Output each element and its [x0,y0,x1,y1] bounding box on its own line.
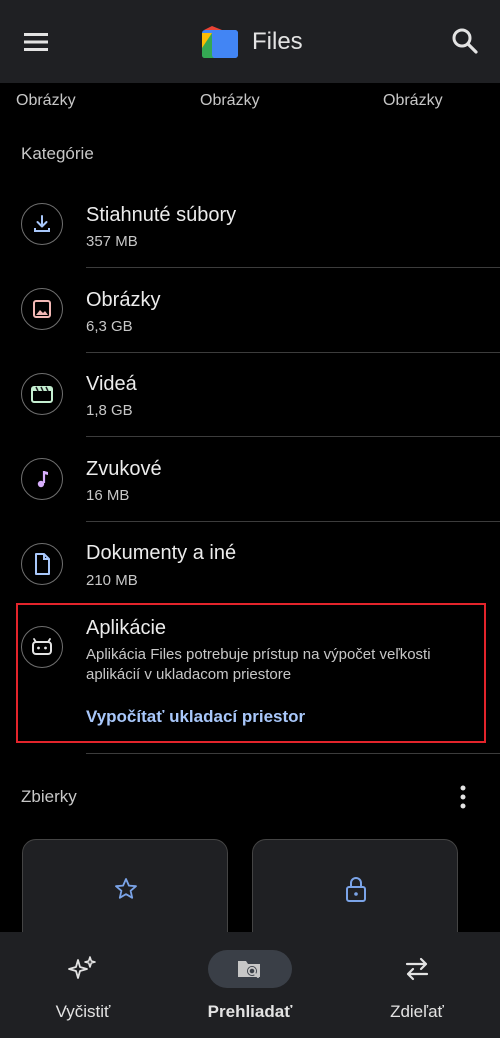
category-icon [21,288,63,330]
divider [86,267,500,268]
category-icon [21,543,63,585]
more-vert-icon [460,785,466,809]
calculate-storage-link[interactable]: Vypočítať ukladací priestor [86,707,305,727]
collections-more-button[interactable] [450,782,476,812]
menu-button[interactable] [20,26,52,58]
category-videos[interactable]: Videá 1,8 GB [0,362,500,436]
category-images[interactable]: Obrázky 6,3 GB [0,278,500,352]
nav-browse[interactable]: Prehliadať [167,932,333,1038]
divider [86,352,500,353]
category-apps[interactable]: Aplikácie [0,606,500,668]
category-icon [21,373,63,415]
lock-icon [346,877,366,902]
category-size: 357 MB [86,233,138,250]
swap-icon [405,957,429,981]
nav-label: Prehliadať [207,1002,293,1021]
apps-permission-description: Aplikácia Files potrebuje prístup na výp… [86,646,431,683]
sparkle-icon [68,956,96,979]
category-name: Zvukové [86,458,162,480]
nav-icon-container [53,950,113,988]
category-name: Stiahnuté súbory [86,204,237,226]
top-app-bar: Files [0,0,500,83]
category-icon [21,203,63,245]
recent-thumbnails-row: Obrázky Obrázky Obrázky [0,83,500,123]
nav-share[interactable]: Zdieľať [334,932,500,1038]
star-icon [115,878,137,899]
category-icon [21,458,63,500]
category-audio[interactable]: Zvukové 16 MB [0,447,500,521]
collections-heading: Zbierky [21,787,77,806]
category-size: 1,8 GB [86,402,133,419]
category-name: Videá [86,373,137,395]
category-name: Aplikácie [86,617,167,639]
nav-icon-container [387,950,447,988]
category-size: 210 MB [86,572,138,589]
divider [86,753,500,754]
thumbnail-label: Obrázky [383,92,443,109]
divider [86,436,500,437]
app-title: Files [252,28,303,55]
categories-heading: Kategórie [21,144,94,163]
category-size: 6,3 GB [86,318,133,335]
category-documents[interactable]: Dokumenty a iné 210 MB [0,532,500,606]
bottom-navigation: Vyčistiť Prehliadať Zdieľať [0,932,500,1038]
thumbnail-label: Obrázky [16,92,76,109]
category-size: 16 MB [86,487,130,504]
nav-icon-container [208,950,292,988]
category-name: Dokumenty a iné [86,542,237,564]
video-icon [31,386,53,403]
browse-icon [238,961,260,978]
category-downloads[interactable]: Stiahnuté súbory 357 MB [0,193,500,267]
search-button[interactable] [448,24,482,58]
files-logo-icon [202,26,238,58]
nav-clean[interactable]: Vyčistiť [0,932,166,1038]
nav-label: Vyčistiť [55,1002,111,1021]
image-icon [33,300,51,318]
category-name: Obrázky [86,289,161,311]
category-icon [21,626,63,668]
search-icon [452,28,478,54]
hamburger-icon [24,33,48,51]
nav-label: Zdieľať [390,1002,444,1021]
music-note-icon [37,471,48,488]
document-icon [35,553,50,575]
thumbnail-label: Obrázky [200,92,260,109]
app-brand: Files [200,22,303,62]
android-icon [32,638,52,655]
download-icon [34,215,50,232]
divider [86,521,500,522]
